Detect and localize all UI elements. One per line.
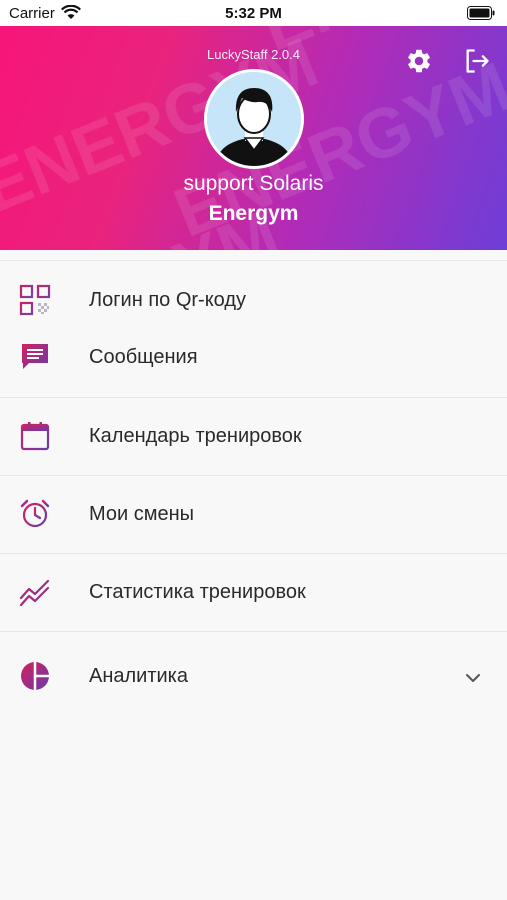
message-icon bbox=[22, 344, 48, 369]
menu-item-label: Календарь тренировок bbox=[89, 425, 302, 447]
user-name: support Solaris bbox=[183, 172, 324, 195]
clock-label: 5:32 PM bbox=[225, 5, 282, 22]
menu-item-label: Мои смены bbox=[89, 503, 195, 525]
menu-item-my-shifts[interactable]: Мои смены bbox=[0, 476, 507, 553]
menu-item-calendar[interactable]: Календарь тренировок bbox=[0, 398, 507, 475]
menu-item-label: Аналитика bbox=[89, 665, 188, 687]
side-menu: Логин по Qr-коду Сообщения Календарь тре… bbox=[0, 260, 507, 722]
club-name: Energym bbox=[208, 202, 299, 225]
menu-item-messages[interactable]: Сообщения bbox=[0, 319, 507, 397]
battery-icon bbox=[467, 6, 495, 20]
logout-icon[interactable] bbox=[463, 47, 491, 75]
menu-item-label: Статистика тренировок bbox=[89, 581, 306, 603]
chevron-down-icon[interactable] bbox=[462, 667, 484, 689]
calendar-icon bbox=[20, 422, 50, 451]
chart-trend-icon bbox=[19, 579, 50, 607]
settings-gear-icon[interactable] bbox=[405, 47, 433, 75]
menu-item-label: Сообщения bbox=[89, 346, 198, 368]
menu-item-qr-login[interactable]: Логин по Qr-коду bbox=[0, 261, 507, 319]
user-silhouette-icon bbox=[207, 72, 301, 166]
menu-item-training-stats[interactable]: Статистика тренировок bbox=[0, 554, 507, 631]
alarm-clock-icon bbox=[20, 499, 50, 528]
pie-chart-icon bbox=[21, 662, 49, 690]
menu-item-label: Логин по Qr-коду bbox=[89, 289, 247, 311]
menu-item-analytics[interactable]: Аналитика bbox=[0, 632, 507, 722]
status-bar: Carrier 5:32 PM bbox=[0, 0, 507, 26]
avatar[interactable] bbox=[204, 69, 304, 169]
profile-header: ENERGYM ENERGYM ENERGYM ENERGYM LuckySta… bbox=[0, 26, 507, 250]
qr-code-icon bbox=[19, 284, 51, 316]
